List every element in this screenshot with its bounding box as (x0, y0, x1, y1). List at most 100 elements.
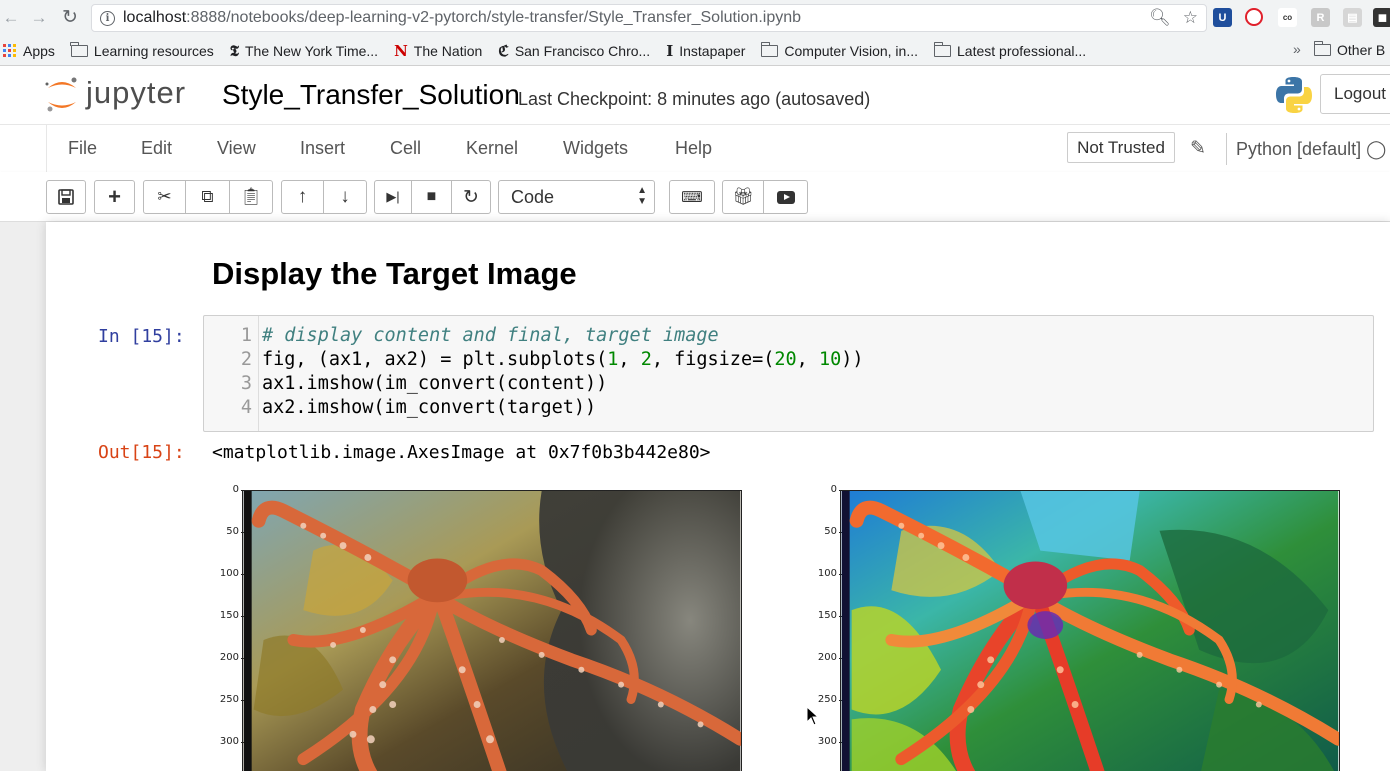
move-up-button[interactable]: ↑ (281, 180, 324, 214)
move-down-button[interactable]: ↓ (323, 180, 367, 214)
y-tick-label: 250 (817, 694, 844, 705)
not-trusted-button[interactable]: Not Trusted (1067, 132, 1175, 163)
extension-reader-icon[interactable]: ▤ (1343, 8, 1362, 27)
insert-cell-button[interactable]: + (94, 180, 135, 214)
folder-icon (1313, 41, 1331, 56)
restart-icon: ↻ (463, 186, 479, 208)
instapaper-icon: I (666, 41, 674, 60)
y-tick-label: 150 (219, 610, 246, 621)
step-forward-icon: ▶| (386, 189, 400, 204)
y-tick-label: 200 (817, 652, 844, 663)
code-text: fig, (ax1, ax2) = plt.subplots(1, 2, fig… (262, 349, 864, 370)
extension-camera-icon[interactable]: ◼ (1373, 8, 1390, 27)
opera-extension-icon[interactable] (1245, 8, 1263, 26)
target-image (840, 490, 1340, 771)
extension-coco-icon[interactable]: co (1278, 8, 1297, 27)
menu-view[interactable]: View (217, 138, 256, 159)
gift-icon: 🎁︎ (732, 187, 754, 206)
site-info-icon[interactable]: i (100, 10, 115, 26)
checkpoint-status: Last Checkpoint: 8 minutes ago (autosave… (518, 89, 871, 109)
zoom-icon[interactable]: 🔍︎ (1149, 8, 1171, 28)
select-arrows-icon: ▲ ▼ (637, 185, 647, 207)
logout-button[interactable]: Logout (1320, 74, 1390, 114)
bookmark-other-bookmarks[interactable]: Other B (1313, 41, 1385, 58)
copy-button[interactable]: ⧉ (185, 180, 230, 214)
sfchronicle-icon: ℭ (498, 41, 509, 60)
extension-u-icon[interactable]: U (1213, 8, 1232, 27)
jupyter-logo-icon[interactable] (44, 76, 80, 114)
menu-kernel[interactable]: Kernel (466, 138, 518, 159)
y-tick-label: 50 (226, 526, 245, 537)
browser-toolbar: ← → ↻ i localhost:8888/notebooks/deep-le… (0, 0, 1390, 36)
bookmark-nytimes[interactable]: 𝕿 The New York Time... (230, 42, 378, 60)
url-text[interactable]: localhost:8888/notebooks/deep-learning-v… (123, 9, 801, 27)
cut-button[interactable]: ✂ (143, 180, 186, 214)
bookmark-star-icon[interactable]: ☆ (1183, 8, 1198, 28)
kernel-indicator[interactable]: Python [default] ◯ (1226, 133, 1386, 165)
python-logo-icon (1276, 77, 1312, 113)
menu-file[interactable]: File (68, 138, 97, 159)
bookmarks-bar: Apps Learning resources 𝕿 The New York T… (0, 36, 1390, 66)
line-number: 1 (240, 325, 252, 346)
restart-button[interactable]: ↻ (451, 180, 491, 214)
line-number: 4 (240, 397, 252, 418)
interrupt-button[interactable]: ■ (411, 180, 452, 214)
address-bar[interactable]: i localhost:8888/notebooks/deep-learning… (91, 4, 1207, 32)
y-tick-label: 100 (219, 568, 246, 579)
menu-cell[interactable]: Cell (390, 138, 421, 159)
edit-pencil-icon[interactable]: ✎ (1190, 137, 1206, 160)
y-tick-label: 50 (824, 526, 843, 537)
copy-icon: ⧉ (201, 187, 214, 206)
paste-button[interactable]: 📋︎ (229, 180, 273, 214)
gift-extension-button[interactable]: 🎁︎ (722, 180, 764, 214)
bookmark-the-nation[interactable]: N The Nation (394, 42, 482, 60)
keyboard-icon: ⌨ (681, 189, 703, 206)
code-text: ax1.imshow(im_convert(content)) (262, 373, 608, 394)
cell-type-select[interactable]: Code ▲ ▼ (498, 180, 655, 214)
code-cell-editor[interactable]: 1 # display content and final, target ima… (203, 315, 1374, 432)
menu-edit[interactable]: Edit (141, 138, 172, 159)
save-button[interactable] (46, 180, 86, 214)
bookmarks-overflow-chevron[interactable]: » (1293, 41, 1301, 57)
content-image (242, 490, 742, 771)
play-video-icon (776, 190, 795, 204)
bookmark-sf-chronicle[interactable]: ℭ San Francisco Chro... (498, 42, 650, 60)
youtube-extension-button[interactable] (763, 180, 808, 214)
menu-help[interactable]: Help (675, 138, 712, 159)
bookmark-latest-professional[interactable]: Latest professional... (933, 41, 1086, 59)
save-icon (58, 189, 74, 205)
y-tick-label: 150 (817, 610, 844, 621)
bookmark-computer-vision[interactable]: Computer Vision, in... (760, 41, 918, 59)
command-palette-button[interactable]: ⌨ (669, 180, 715, 214)
bookmark-learning-resources[interactable]: Learning resources (70, 41, 214, 59)
bookmark-apps[interactable]: Apps (3, 43, 55, 59)
menu-insert[interactable]: Insert (300, 138, 345, 159)
run-button[interactable]: ▶| (374, 180, 412, 214)
paste-icon: 📋︎ (240, 187, 262, 206)
line-number: 2 (240, 349, 252, 370)
y-tick-label: 250 (219, 694, 246, 705)
jupyter-logo-text[interactable]: jupyter (86, 75, 186, 111)
markdown-heading[interactable]: Display the Target Image (212, 256, 577, 292)
content-image-axes: 0 50 100 150 200 250 300 (220, 484, 742, 771)
y-tick-label: 200 (219, 652, 246, 663)
kernel-status-icon: ◯ (1366, 139, 1387, 159)
stop-icon: ■ (426, 188, 437, 205)
folder-icon (933, 41, 951, 57)
menu-widgets[interactable]: Widgets (563, 138, 628, 159)
notebook-title[interactable]: Style_Transfer_Solution (222, 79, 520, 111)
y-tick-label: 300 (817, 736, 844, 747)
extension-r-icon[interactable]: R (1311, 8, 1330, 27)
folder-icon (70, 41, 88, 57)
apps-grid-icon (3, 43, 17, 58)
back-arrow-icon[interactable]: ← (0, 7, 22, 29)
jupyter-header: jupyter Style_Transfer_Solution Last Che… (0, 66, 1390, 124)
reload-icon[interactable]: ↻ (59, 6, 81, 28)
output-prompt: Out[15]: (98, 442, 185, 463)
nyt-icon: 𝕿 (229, 41, 239, 60)
y-tick-label: 100 (817, 568, 844, 579)
plus-icon: + (108, 184, 121, 209)
line-number: 3 (240, 373, 252, 394)
bookmark-instapaper[interactable]: I Instapaper (666, 42, 745, 60)
forward-arrow-icon[interactable]: → (28, 7, 50, 29)
